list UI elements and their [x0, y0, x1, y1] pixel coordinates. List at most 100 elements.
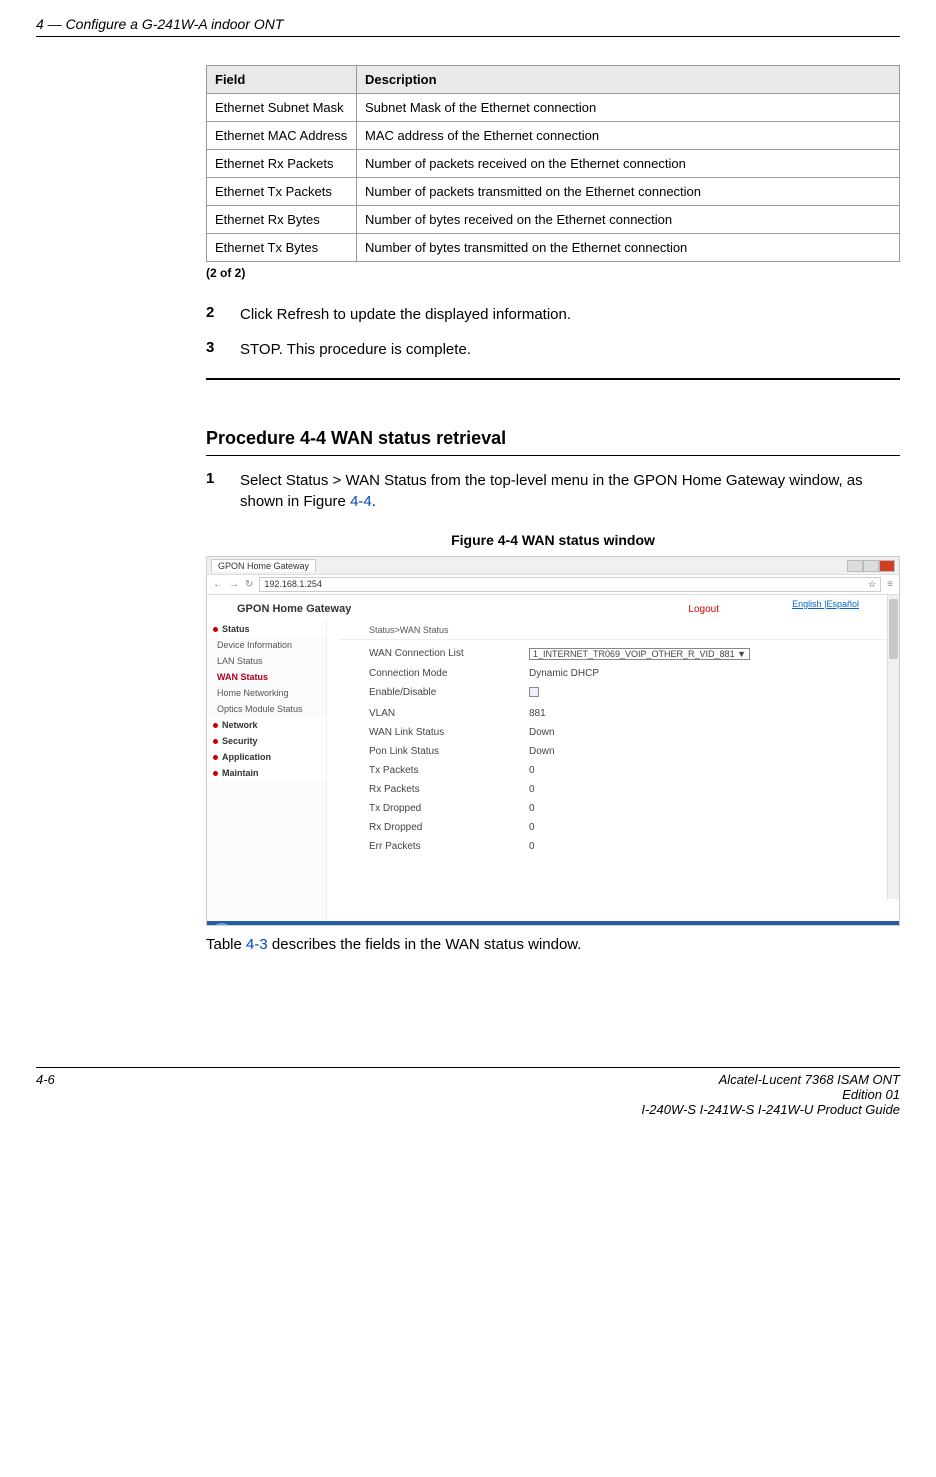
footer-line3: I-240W-S I-241W-S I-241W-U Product Guide — [641, 1102, 900, 1117]
table-row: Ethernet Rx Bytes Number of bytes receiv… — [207, 206, 900, 234]
row-value: 0 — [529, 822, 535, 833]
table-header-row: Field Description — [207, 66, 900, 94]
step-list-b: 1 Select Status > WAN Status from the to… — [206, 470, 900, 512]
sidebar-item-home-networking[interactable]: Home Networking — [207, 685, 326, 701]
table-row: Ethernet Tx Bytes Number of bytes transm… — [207, 234, 900, 262]
start-button-icon[interactable] — [211, 923, 233, 926]
table-link[interactable]: 4-3 — [246, 936, 268, 953]
sidebar-group-maintain[interactable]: Maintain — [207, 765, 326, 781]
close-button[interactable] — [879, 560, 895, 572]
sidebar-group-application[interactable]: Application — [207, 749, 326, 765]
step-number: 3 — [206, 339, 220, 360]
sidebar-item-optics-module[interactable]: Optics Module Status — [207, 701, 326, 717]
step-text-pre: Select Status > WAN Status from the top-… — [240, 472, 863, 510]
row-value: 0 — [529, 803, 535, 814]
taskbar-chrome-icon[interactable]: ◯ — [305, 925, 325, 926]
form-row: WAN Link Status Down — [369, 723, 899, 742]
field-description-table: Field Description Ethernet Subnet Mask S… — [206, 65, 900, 262]
footer-page-number: 4-6 — [36, 1072, 55, 1117]
sidebar-item-device-info[interactable]: Device Information — [207, 637, 326, 653]
cell-description: Subnet Mask of the Ethernet connection — [357, 94, 900, 122]
sidebar-group-label: Network — [222, 720, 258, 730]
step-number: 1 — [206, 470, 220, 512]
row-label: WAN Link Status — [369, 727, 529, 738]
main-panel: Status>WAN Status WAN Connection List 1_… — [327, 621, 899, 921]
th-field: Field — [207, 66, 357, 94]
form-row: WAN Connection List 1_INTERNET_TR069_VOI… — [369, 644, 899, 664]
row-value: 0 — [529, 841, 535, 852]
cell-description: Number of bytes transmitted on the Ether… — [357, 234, 900, 262]
tray-time: 15:07 — [875, 925, 895, 926]
bullet-icon — [213, 739, 218, 744]
taskbar-explorer-icon[interactable]: 📁 — [259, 925, 279, 926]
sidebar-item-lan-status[interactable]: LAN Status — [207, 653, 326, 669]
forward-icon[interactable]: → — [229, 579, 239, 590]
windows-taskbar: 🌐 📁 🦊 ◯ 📄 📘 🧩 W ▴ 🕪 📶 15:07 2013/12/18 — [207, 921, 899, 926]
row-label: Rx Packets — [369, 784, 529, 795]
row-label: Err Packets — [369, 841, 529, 852]
maximize-button[interactable] — [863, 560, 879, 572]
cell-field: Ethernet Subnet Mask — [207, 94, 357, 122]
sidebar-group-network[interactable]: Network — [207, 717, 326, 733]
cell-field: Ethernet Rx Bytes — [207, 206, 357, 234]
browser-tab[interactable]: GPON Home Gateway — [211, 559, 316, 572]
wan-connection-select[interactable]: 1_INTERNET_TR069_VOIP_OTHER_R_VID_881 ▼ — [529, 648, 750, 660]
window-buttons — [847, 560, 895, 572]
procedure-step: 2 Click Refresh to update the displayed … — [206, 304, 900, 325]
figure-link[interactable]: 4-4 — [350, 493, 372, 510]
menu-icon[interactable]: ≡ — [887, 579, 893, 590]
taskbar-app-icon[interactable]: 🧩 — [374, 925, 394, 926]
form-row: Enable/Disable — [369, 683, 899, 704]
row-label: Enable/Disable — [369, 687, 529, 700]
back-icon[interactable]: ← — [213, 579, 223, 590]
scrollbar-thumb[interactable] — [889, 599, 898, 659]
chapter-label: 4 — Configure a G-241W-A indoor ONT — [36, 16, 283, 32]
step-list-a: 2 Click Refresh to update the displayed … — [206, 304, 900, 360]
row-label: Tx Packets — [369, 765, 529, 776]
taskbar-firefox-icon[interactable]: 🦊 — [282, 925, 302, 926]
bullet-icon — [213, 627, 218, 632]
content-area: Field Description Ethernet Subnet Mask S… — [206, 65, 900, 953]
taskbar-word-icon[interactable]: W — [397, 925, 417, 926]
table-pagination-caption: (2 of 2) — [206, 266, 900, 280]
reload-icon[interactable]: ↻ — [245, 579, 253, 590]
sidebar-item-wan-status[interactable]: WAN Status — [207, 669, 326, 685]
page-footer: 4-6 Alcatel-Lucent 7368 ISAM ONT Edition… — [36, 1067, 900, 1117]
cell-field: Ethernet MAC Address — [207, 122, 357, 150]
step-text: STOP. This procedure is complete. — [240, 339, 900, 360]
form-row: Rx Packets 0 — [369, 780, 899, 799]
page-header: 4 — Configure a G-241W-A indoor ONT — [36, 16, 900, 37]
row-label: Connection Mode — [369, 668, 529, 679]
enable-disable-checkbox[interactable] — [529, 687, 539, 700]
cell-description: Number of packets transmitted on the Eth… — [357, 178, 900, 206]
wan-status-form: WAN Connection List 1_INTERNET_TR069_VOI… — [339, 640, 899, 856]
text-pre: Table — [206, 936, 246, 953]
sidebar-group-status[interactable]: Status — [207, 621, 326, 637]
row-label: Rx Dropped — [369, 822, 529, 833]
footer-right: Alcatel-Lucent 7368 ISAM ONT Edition 01 … — [641, 1072, 900, 1117]
sidebar-group-label: Application — [222, 752, 271, 762]
scrollbar[interactable] — [887, 595, 899, 899]
bullet-icon — [213, 755, 218, 760]
row-label: VLAN — [369, 708, 529, 719]
row-value: 0 — [529, 765, 535, 776]
taskbar-app-icon[interactable]: 📄 — [328, 925, 348, 926]
taskbar-app-icon[interactable]: 📘 — [351, 925, 371, 926]
language-links[interactable]: English |Español — [792, 599, 859, 609]
row-label: WAN Connection List — [369, 648, 529, 660]
logout-link[interactable]: Logout — [688, 604, 719, 615]
cell-field: Ethernet Tx Packets — [207, 178, 357, 206]
url-field[interactable]: 192.168.1.254 ☆ — [259, 577, 881, 592]
after-figure-text: Table 4-3 describes the fields in the WA… — [206, 936, 900, 953]
sidebar-group-security[interactable]: Security — [207, 733, 326, 749]
section-divider — [206, 378, 900, 380]
bookmark-star-icon[interactable]: ☆ — [868, 579, 876, 590]
taskbar-ie-icon[interactable]: 🌐 — [236, 925, 256, 926]
bullet-icon — [213, 771, 218, 776]
row-label: Tx Dropped — [369, 803, 529, 814]
procedure-step: 1 Select Status > WAN Status from the to… — [206, 470, 900, 512]
table-row: Ethernet Rx Packets Number of packets re… — [207, 150, 900, 178]
bullet-icon — [213, 723, 218, 728]
gateway-body: Status Device Information LAN Status WAN… — [207, 621, 899, 921]
minimize-button[interactable] — [847, 560, 863, 572]
